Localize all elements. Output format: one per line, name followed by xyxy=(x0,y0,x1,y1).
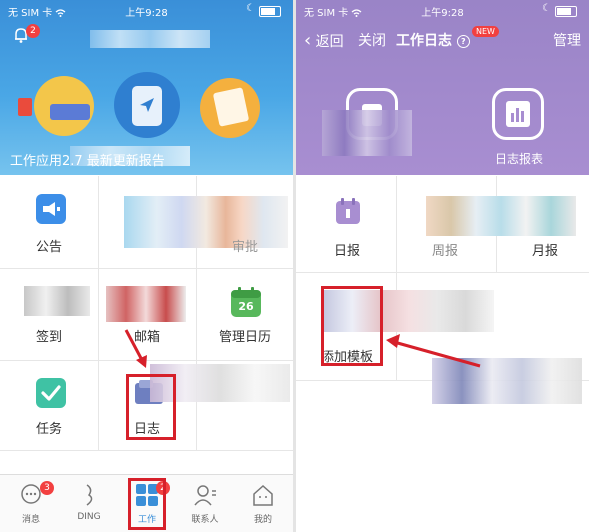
tab-ding-label: DING xyxy=(77,512,101,522)
work-log-screen: 无 SIM 卡 上午9:28 ☾ ‹ 返回 关闭 工作日志 ? NEW 管理 日 xyxy=(296,0,589,532)
tab-contacts[interactable]: 联系人 xyxy=(176,475,234,532)
tab-ding[interactable]: DING xyxy=(60,475,118,532)
highlight-box-work-tab xyxy=(128,478,166,530)
tab-messages[interactable]: 3 消息 xyxy=(2,475,60,532)
tab-contacts-label: 联系人 xyxy=(191,515,219,525)
home-face-icon xyxy=(253,484,273,506)
ding-icon xyxy=(86,484,93,506)
tab-me[interactable]: 我的 xyxy=(234,475,292,532)
messages-badge: 3 xyxy=(40,481,54,495)
work-app-screen: 无 SIM 卡 上午9:28 ☾ 2 工作应用2.7 最新更新报告 公告 审批 … xyxy=(0,0,293,532)
tab-me-label: 我的 xyxy=(253,515,272,525)
red-arrow-icon xyxy=(386,334,481,368)
contacts-icon xyxy=(194,485,216,506)
red-arrow-icon xyxy=(124,329,147,368)
tab-messages-label: 消息 xyxy=(21,515,40,525)
